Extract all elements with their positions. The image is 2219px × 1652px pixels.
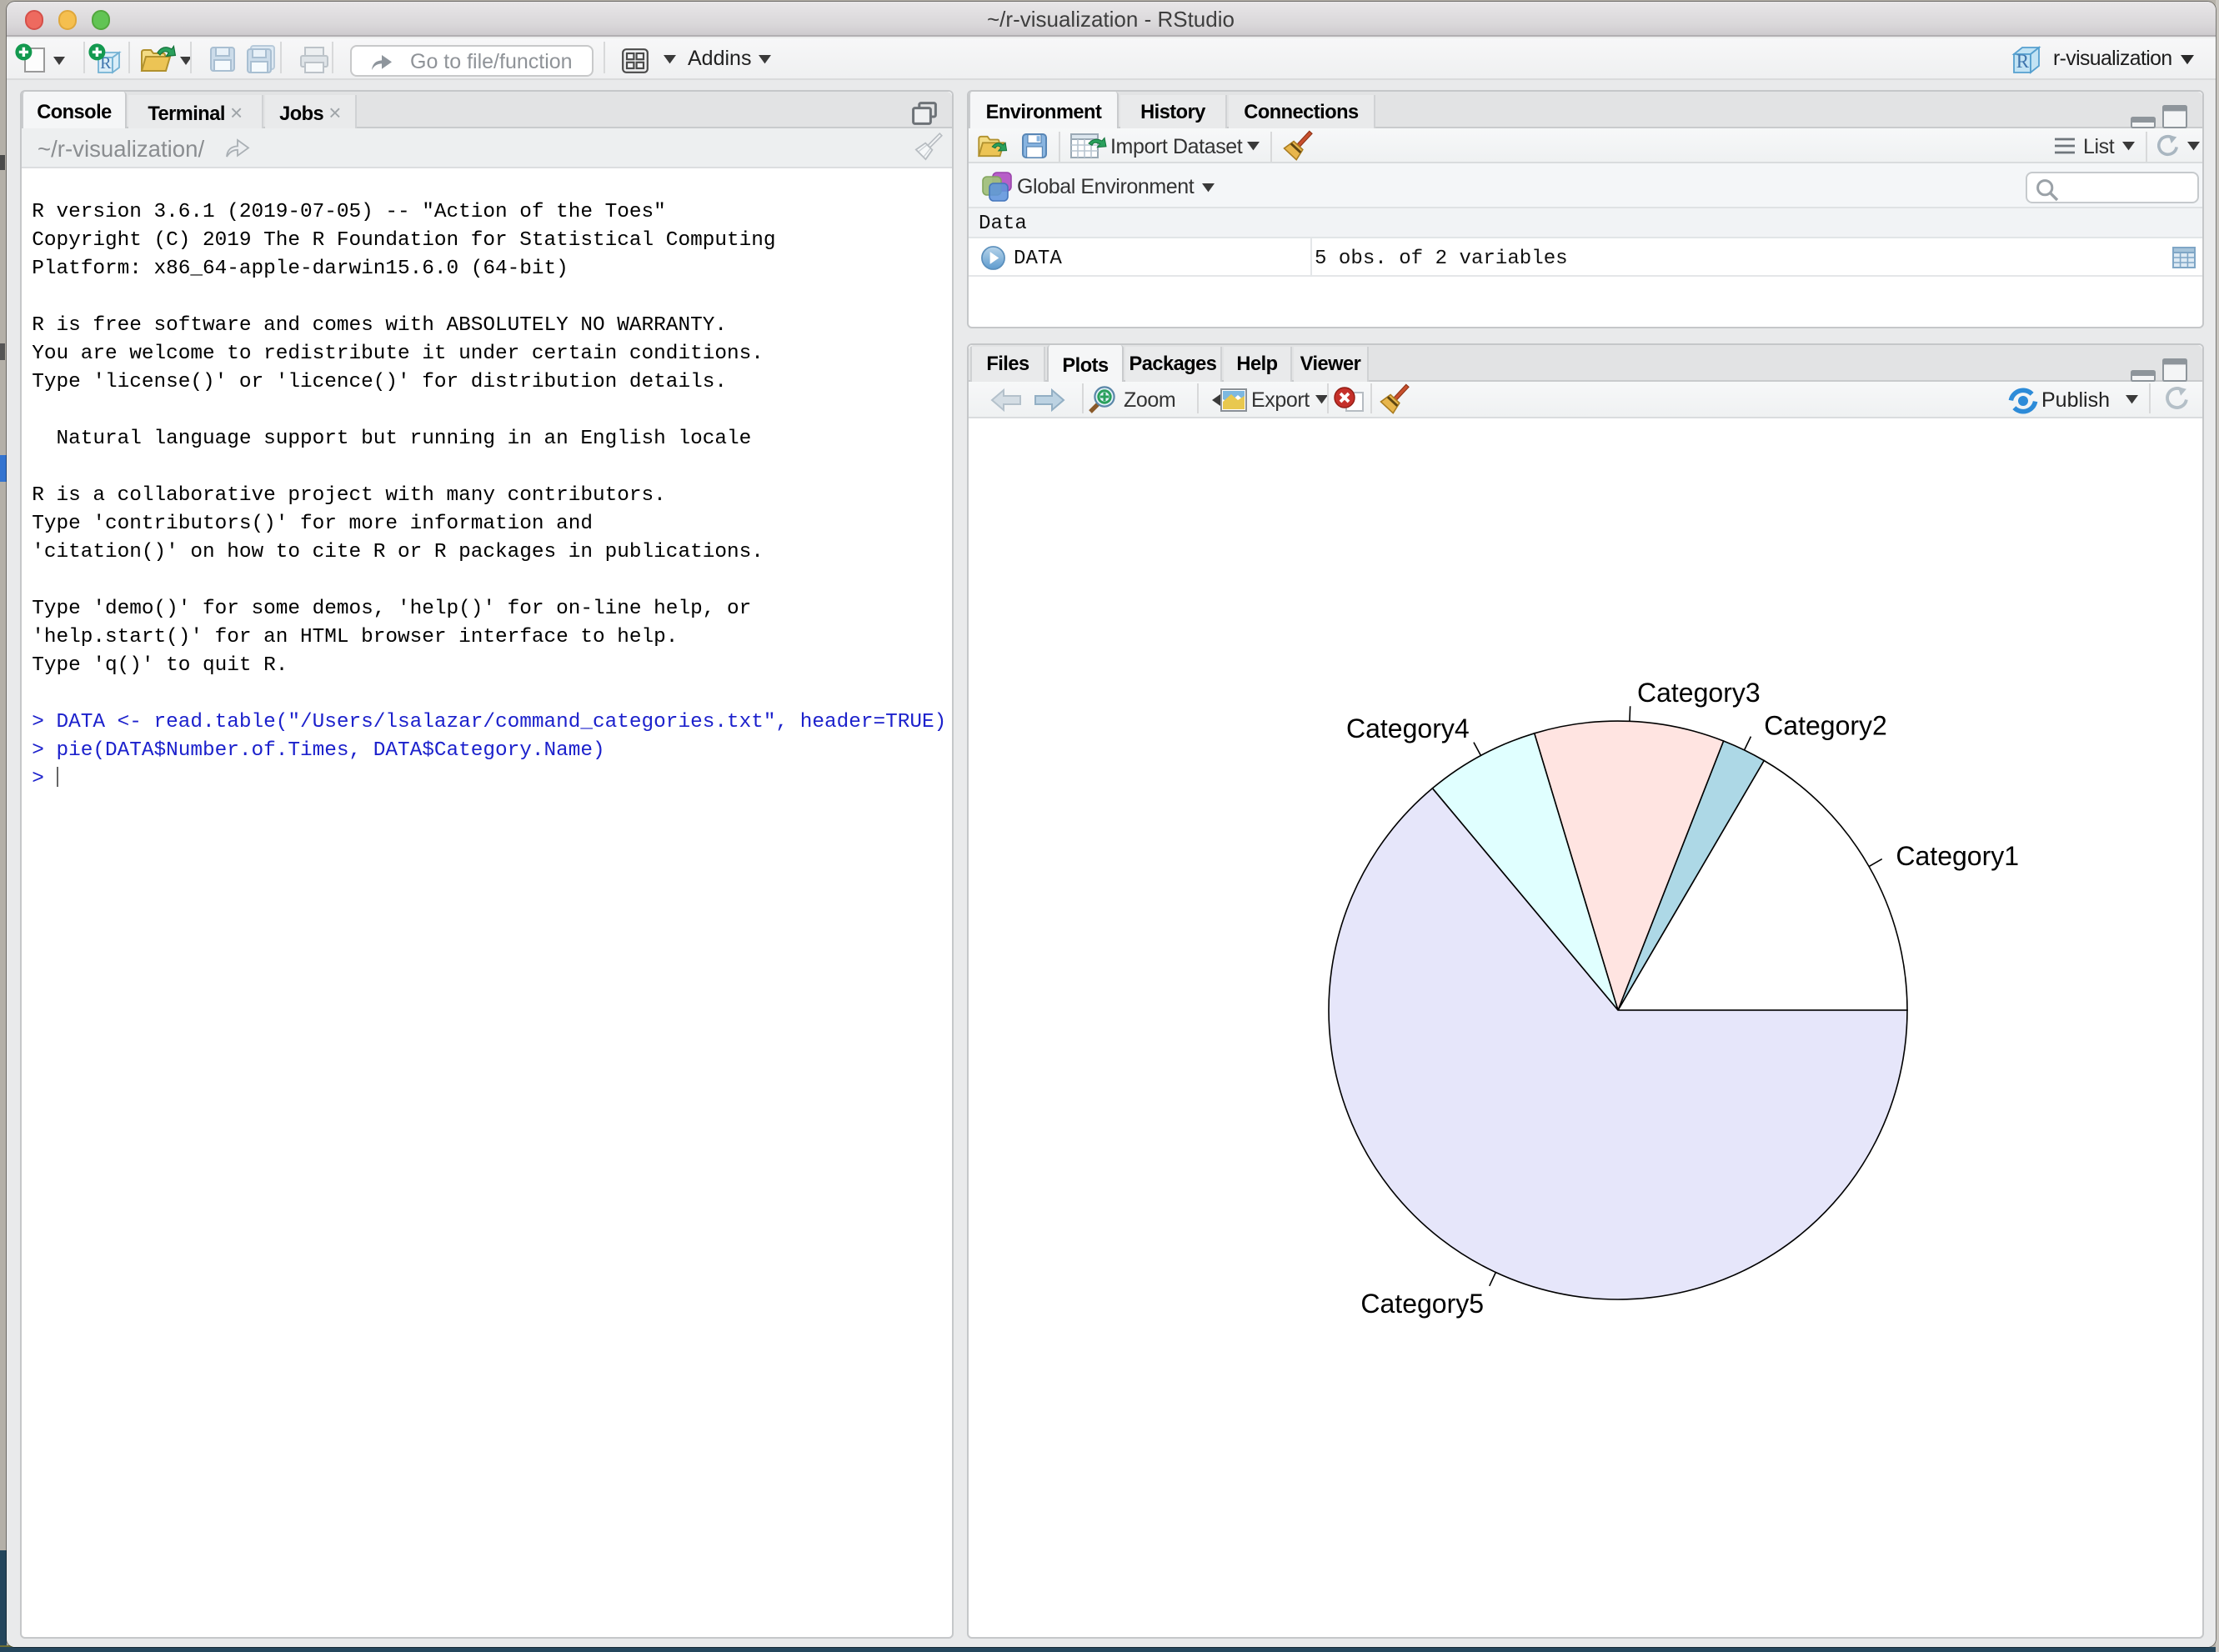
svg-text:Category1: Category1 [1895,841,2018,871]
svg-text:R: R [2016,50,2029,71]
svg-text:Category2: Category2 [1763,711,1886,741]
svg-text:Category3: Category3 [1636,678,1760,708]
svg-text:Category4: Category4 [1345,713,1469,743]
svg-text:Category5: Category5 [1360,1289,1483,1319]
